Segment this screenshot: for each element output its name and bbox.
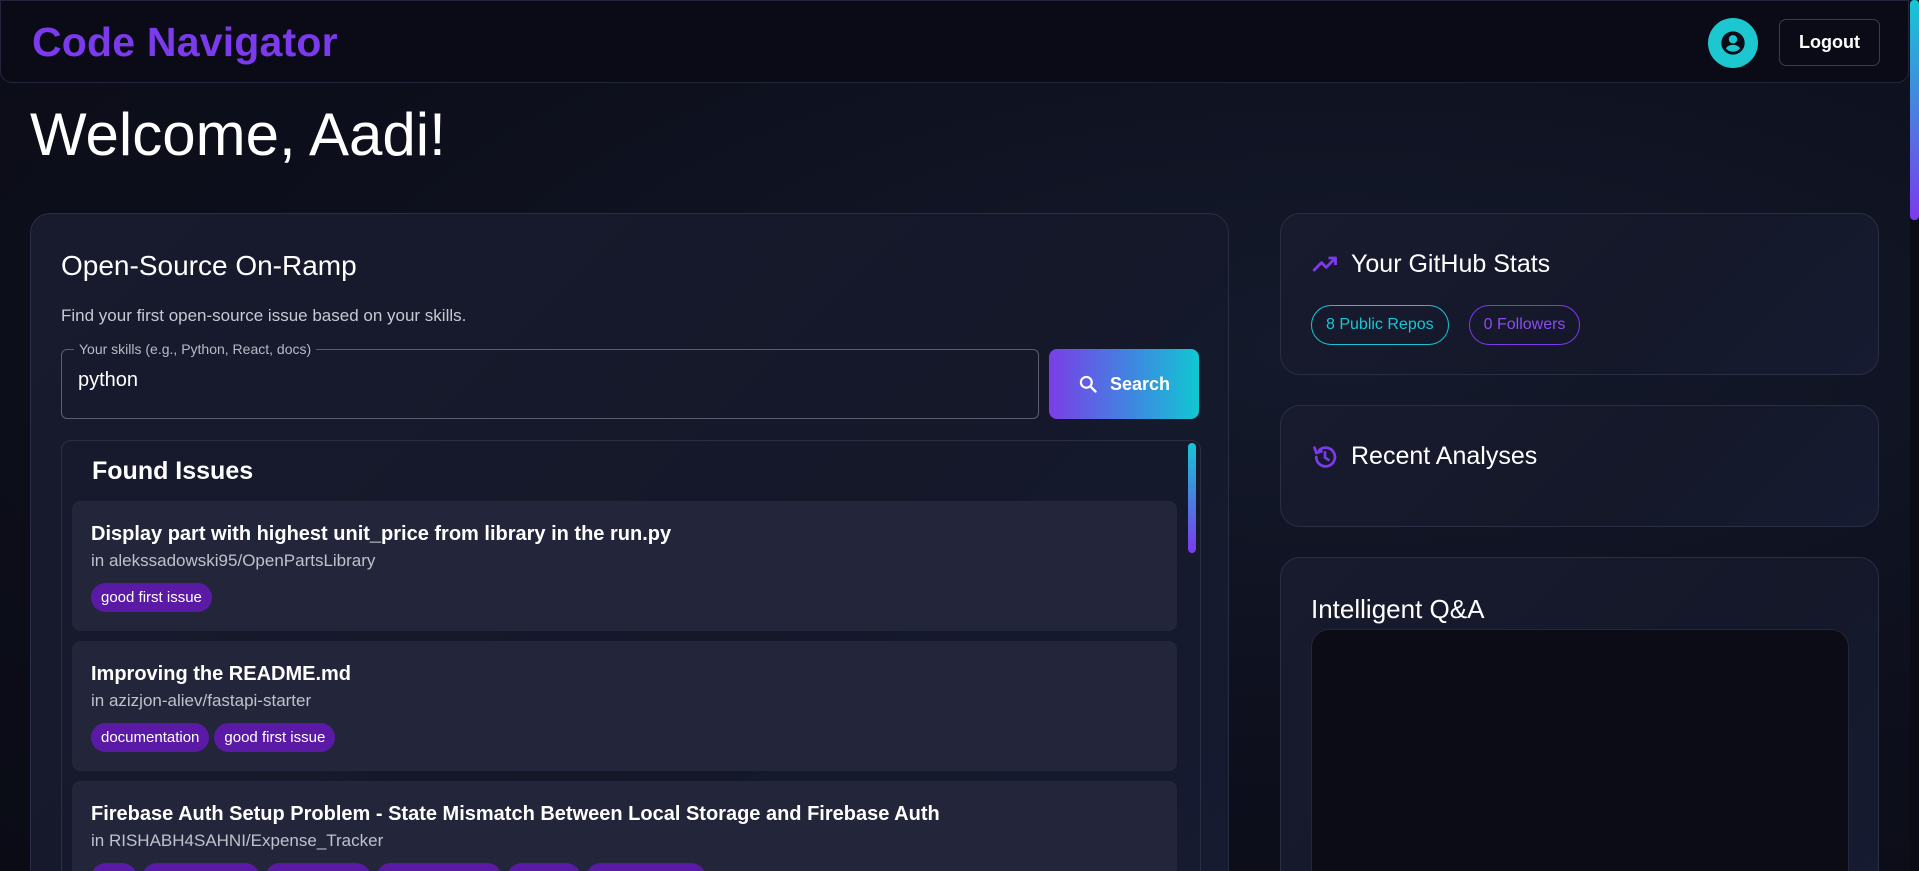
- followers-chip[interactable]: 0 Followers: [1468, 305, 1581, 345]
- skills-label: Your skills (e.g., Python, React, docs): [74, 341, 317, 357]
- skills-field: Your skills (e.g., Python, React, docs): [61, 341, 1039, 419]
- recent-analyses-title: Recent Analyses: [1351, 442, 1538, 470]
- qa-chat-area[interactable]: [1311, 629, 1849, 871]
- history-icon: [1313, 445, 1337, 468]
- issue-title[interactable]: Improving the README.md: [91, 663, 351, 686]
- issue-tag: [376, 863, 502, 871]
- qa-title: Intelligent Q&A: [1311, 594, 1485, 624]
- issue-repo: in RISHABH4SAHNI/Expense_Tracker: [91, 831, 384, 850]
- issue-card[interactable]: Firebase Auth Setup Problem - State Mism…: [72, 781, 1177, 871]
- trending-up-icon: [1312, 256, 1337, 272]
- issue-title[interactable]: Display part with highest unit_price fro…: [91, 523, 671, 546]
- onramp-card: Open-Source On-Ramp Find your first open…: [30, 213, 1229, 871]
- issue-tag: documentation: [91, 723, 210, 752]
- user-icon: [1721, 31, 1745, 55]
- issue-tag: good first issue: [214, 723, 336, 752]
- logout-button[interactable]: Logout: [1779, 19, 1880, 66]
- issue-title[interactable]: Firebase Auth Setup Problem - State Mism…: [91, 803, 940, 826]
- recent-analyses-card: Recent Analyses: [1280, 405, 1879, 527]
- onramp-title: Open-Source On-Ramp: [61, 250, 357, 281]
- issue-repo: in azizjon-aliev/fastapi-starter: [91, 691, 312, 710]
- github-stats-header: Your GitHub Stats: [1311, 250, 1550, 279]
- issue-tags: documentation good first issue: [91, 723, 336, 752]
- public-repos-chip[interactable]: 8 Public Repos: [1311, 305, 1449, 345]
- onramp-description: Find your first open-source issue based …: [61, 306, 467, 325]
- issue-tag: [142, 863, 260, 871]
- github-stats-chips: 8 Public Repos 0 Followers: [1311, 305, 1581, 345]
- github-stats-card: Your GitHub Stats 8 Public Repos 0 Follo…: [1280, 213, 1879, 375]
- search-button-label: Search: [1109, 373, 1171, 394]
- qa-card: Intelligent Q&A: [1280, 557, 1879, 871]
- issue-tag: [265, 863, 371, 871]
- issue-tag: [91, 863, 137, 871]
- issue-card[interactable]: Improving the README.md in azizjon-aliev…: [72, 641, 1177, 771]
- welcome-heading: Welcome, Aadi!: [30, 101, 446, 168]
- search-button[interactable]: Search: [1049, 349, 1199, 419]
- issue-tag: good first issue: [91, 583, 212, 612]
- issues-scrollbar[interactable]: [1188, 443, 1196, 553]
- skills-input[interactable]: [78, 369, 1008, 392]
- found-issues-title: Found Issues: [92, 457, 254, 485]
- issue-repo: in alekssadowski95/OpenPartsLibrary: [91, 551, 376, 570]
- issues-panel[interactable]: Found Issues Display part with highest u…: [61, 440, 1201, 871]
- github-stats-title: Your GitHub Stats: [1351, 250, 1551, 278]
- page-scrollbar-thumb[interactable]: [1910, 0, 1919, 220]
- search-icon: [1079, 375, 1097, 393]
- page-scrollbar[interactable]: [1910, 0, 1919, 871]
- recent-analyses-header: Recent Analyses: [1311, 442, 1537, 471]
- issue-tag: [586, 863, 706, 871]
- issue-tag: [507, 863, 581, 871]
- issue-tags: good first issue: [91, 583, 212, 612]
- app-header: Code Navigator Logout: [0, 0, 1909, 83]
- issue-card[interactable]: Display part with highest unit_price fro…: [72, 501, 1177, 631]
- user-avatar[interactable]: [1708, 18, 1758, 68]
- issue-tags: [91, 863, 706, 871]
- app-logo[interactable]: Code Navigator: [32, 19, 338, 66]
